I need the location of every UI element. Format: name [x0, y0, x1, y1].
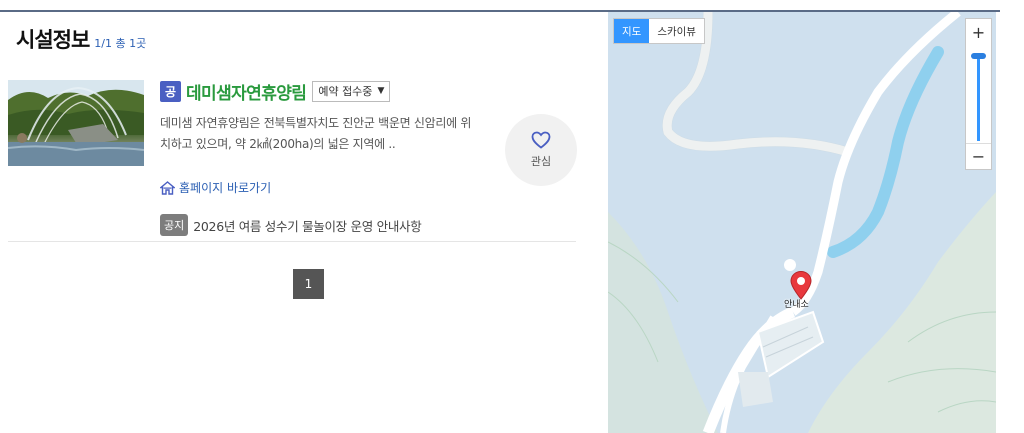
dropdown-arrow-icon: ▼	[377, 86, 385, 96]
home-icon	[160, 180, 175, 195]
public-type-badge: 공	[160, 80, 181, 102]
map-canvas	[608, 12, 996, 433]
map-marker-label: 안내소	[784, 300, 809, 310]
map-view[interactable]: 지도 스카이뷰 + − 안내소	[608, 12, 996, 433]
notice-badge: 공지	[160, 214, 189, 236]
zoom-control: + −	[965, 18, 992, 170]
favorite-label: 관심	[530, 155, 552, 168]
map-marker-icon[interactable]	[789, 270, 813, 300]
facility-info: 공 데미샘자연휴양림 예약 접수중 ▼ 데미샘 자연휴양림은 전북특별자치도 진…	[160, 78, 490, 155]
homepage-link-label: 홈페이지 바로가기	[179, 181, 272, 195]
page-1-button[interactable]: 1	[293, 269, 324, 299]
reservation-status-dropdown[interactable]: 예약 접수중 ▼	[312, 80, 391, 102]
facility-card: 공 데미샘자연휴양림 예약 접수중 ▼ 데미샘 자연휴양림은 전북특별자치도 진…	[8, 78, 577, 241]
zoom-slider-track[interactable]	[977, 55, 980, 141]
facility-thumbnail[interactable]	[8, 80, 144, 166]
reservation-status-label: 예약 접수중	[318, 85, 373, 98]
section-header: 시설정보 1/1 총 1곳	[16, 24, 146, 54]
notice-row[interactable]: 공지 2026년 여름 성수기 물놀이장 운영 안내사항	[160, 214, 422, 236]
section-title: 시설정보	[16, 28, 90, 52]
facility-name-row: 공 데미샘자연휴양림 예약 접수중 ▼	[160, 78, 490, 104]
homepage-link[interactable]: 홈페이지 바로가기	[160, 179, 271, 196]
zoom-in-button[interactable]: +	[966, 19, 991, 45]
facility-name-link[interactable]: 데미샘자연휴양림	[186, 79, 307, 104]
map-type-toggle: 지도 스카이뷰	[613, 18, 705, 44]
facility-list-panel: 시설정보 1/1 총 1곳 공 데미샘자연휴양림 예약 접수중 ▼ 데미샘 자연…	[0, 12, 590, 433]
map-type-map-button[interactable]: 지도	[614, 19, 650, 43]
zoom-out-button[interactable]: −	[966, 143, 991, 169]
favorite-button[interactable]: 관심	[505, 114, 577, 186]
zoom-slider-handle[interactable]	[971, 53, 986, 59]
facility-description: 데미샘 자연휴양림은 전북특별자치도 진안군 백운면 신암리에 위치하고 있으며…	[160, 116, 472, 151]
notice-text: 2026년 여름 성수기 물놀이장 운영 안내사항	[193, 218, 422, 234]
map-type-skyview-button[interactable]: 스카이뷰	[649, 19, 704, 43]
list-divider	[8, 241, 576, 242]
heart-icon	[531, 131, 551, 149]
result-count: 1/1 총 1곳	[94, 37, 147, 50]
